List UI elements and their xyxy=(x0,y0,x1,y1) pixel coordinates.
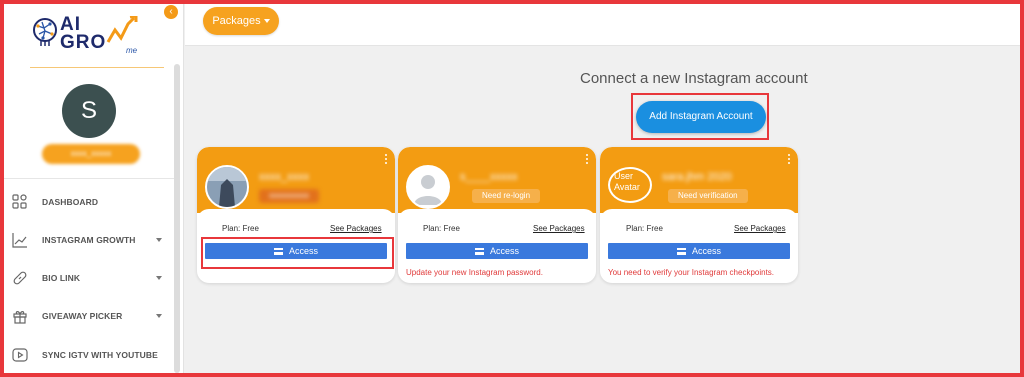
more-options-icon[interactable] xyxy=(585,153,589,167)
sidebar-item-label: GIVEAWAY PICKER xyxy=(42,311,123,321)
logo-suffix: me xyxy=(126,46,138,55)
account-name: s____xxxxx xyxy=(460,171,518,183)
packages-label: Packages xyxy=(212,15,261,27)
profile-photo-icon xyxy=(207,167,247,207)
packages-dropdown-button[interactable]: Packages xyxy=(203,7,279,35)
account-name: xxxx_xxxx xyxy=(259,171,310,183)
user-avatar[interactable]: S xyxy=(62,84,116,138)
highlight-box xyxy=(201,237,394,269)
sidebar-item-label: DASHBOARD xyxy=(42,197,99,207)
plan-label: Plan: Free xyxy=(423,224,460,233)
card-warning: Update your new Instagram password. xyxy=(406,268,543,277)
more-options-icon[interactable] xyxy=(787,153,791,167)
plan-label: Plan: Free xyxy=(222,224,259,233)
sidebar-collapse-button[interactable]: ‹ xyxy=(164,5,178,19)
account-card: User Avatar sara.jhm 2020 Need verificat… xyxy=(600,147,798,283)
access-label: Access xyxy=(691,246,721,256)
chevron-left-icon: ‹ xyxy=(169,6,173,17)
server-icon xyxy=(474,248,484,255)
default-user-icon xyxy=(408,167,448,207)
see-packages-link[interactable]: See Packages xyxy=(533,224,585,233)
account-name: sara.jhm 2020 xyxy=(662,171,732,183)
gift-icon xyxy=(13,311,27,324)
brain-logo-icon xyxy=(33,18,57,46)
card-body xyxy=(600,209,798,223)
see-packages-link[interactable]: See Packages xyxy=(330,224,382,233)
sidebar-scrollbar[interactable] xyxy=(174,64,180,373)
sidebar-item-sync-igtv[interactable]: SYNC IGTV WITH YOUTUBE xyxy=(4,340,174,370)
growth-arrow-icon xyxy=(106,16,138,43)
app-logo[interactable]: AI GRO me xyxy=(30,12,150,56)
broken-image-alt-text: User Avatar xyxy=(614,171,640,192)
server-icon xyxy=(676,248,686,255)
grid-icon xyxy=(12,194,27,209)
account-avatar xyxy=(406,165,450,209)
link-icon xyxy=(13,271,27,285)
sidebar-item-label: BIO LINK xyxy=(42,273,81,283)
sidebar-item-label: SYNC IGTV WITH YOUTUBE xyxy=(42,350,158,360)
more-options-icon[interactable] xyxy=(384,153,388,167)
sidebar: AI GRO me ‹ S xxxx_xxxxx DASHBOARD INSTA… xyxy=(4,4,184,373)
sidebar-item-bio-link[interactable]: BIO LINK xyxy=(4,263,174,293)
add-instagram-account-button[interactable]: Add Instagram Account xyxy=(636,101,766,133)
sidebar-item-giveaway-picker[interactable]: GIVEAWAY PICKER xyxy=(4,301,174,331)
play-icon xyxy=(12,348,28,362)
sidebar-item-dashboard[interactable]: DASHBOARD xyxy=(4,187,174,217)
access-button[interactable]: Access xyxy=(608,243,790,259)
card-body xyxy=(398,209,596,223)
access-button[interactable]: Access xyxy=(406,243,588,259)
access-label: Access xyxy=(489,246,519,256)
sidebar-item-instagram-growth[interactable]: INSTAGRAM GROWTH xyxy=(4,225,174,255)
card-warning: You need to verify your Instagram checkp… xyxy=(608,268,775,277)
chevron-down-icon xyxy=(263,19,270,24)
see-packages-link[interactable]: See Packages xyxy=(734,224,786,233)
plan-label: Plan: Free xyxy=(626,224,663,233)
status-badge: Need re-login xyxy=(472,189,541,203)
status-badge: xxxxxxxxxx xyxy=(259,189,319,203)
logo-text-grow: GRO xyxy=(60,32,107,53)
logo-divider xyxy=(30,67,164,68)
username-pill[interactable]: xxxx_xxxxx xyxy=(42,144,140,164)
top-bar: Packages xyxy=(185,4,1020,46)
trend-icon xyxy=(12,233,27,248)
sidebar-item-label: INSTAGRAM GROWTH xyxy=(42,235,136,245)
account-card: s____xxxxx Need re-login Plan: Free See … xyxy=(398,147,596,283)
status-badge: Need verification xyxy=(668,189,748,203)
app-frame: AI GRO me ‹ S xxxx_xxxxx DASHBOARD INSTA… xyxy=(4,4,1020,373)
nav-divider xyxy=(4,178,174,179)
chevron-down-icon xyxy=(156,314,162,318)
account-avatar: User Avatar xyxy=(608,167,652,203)
connect-title: Connect a new Instagram account xyxy=(580,70,808,87)
chevron-down-icon xyxy=(156,238,162,242)
card-body xyxy=(197,209,395,223)
account-avatar xyxy=(205,165,249,209)
chevron-down-icon xyxy=(156,276,162,280)
